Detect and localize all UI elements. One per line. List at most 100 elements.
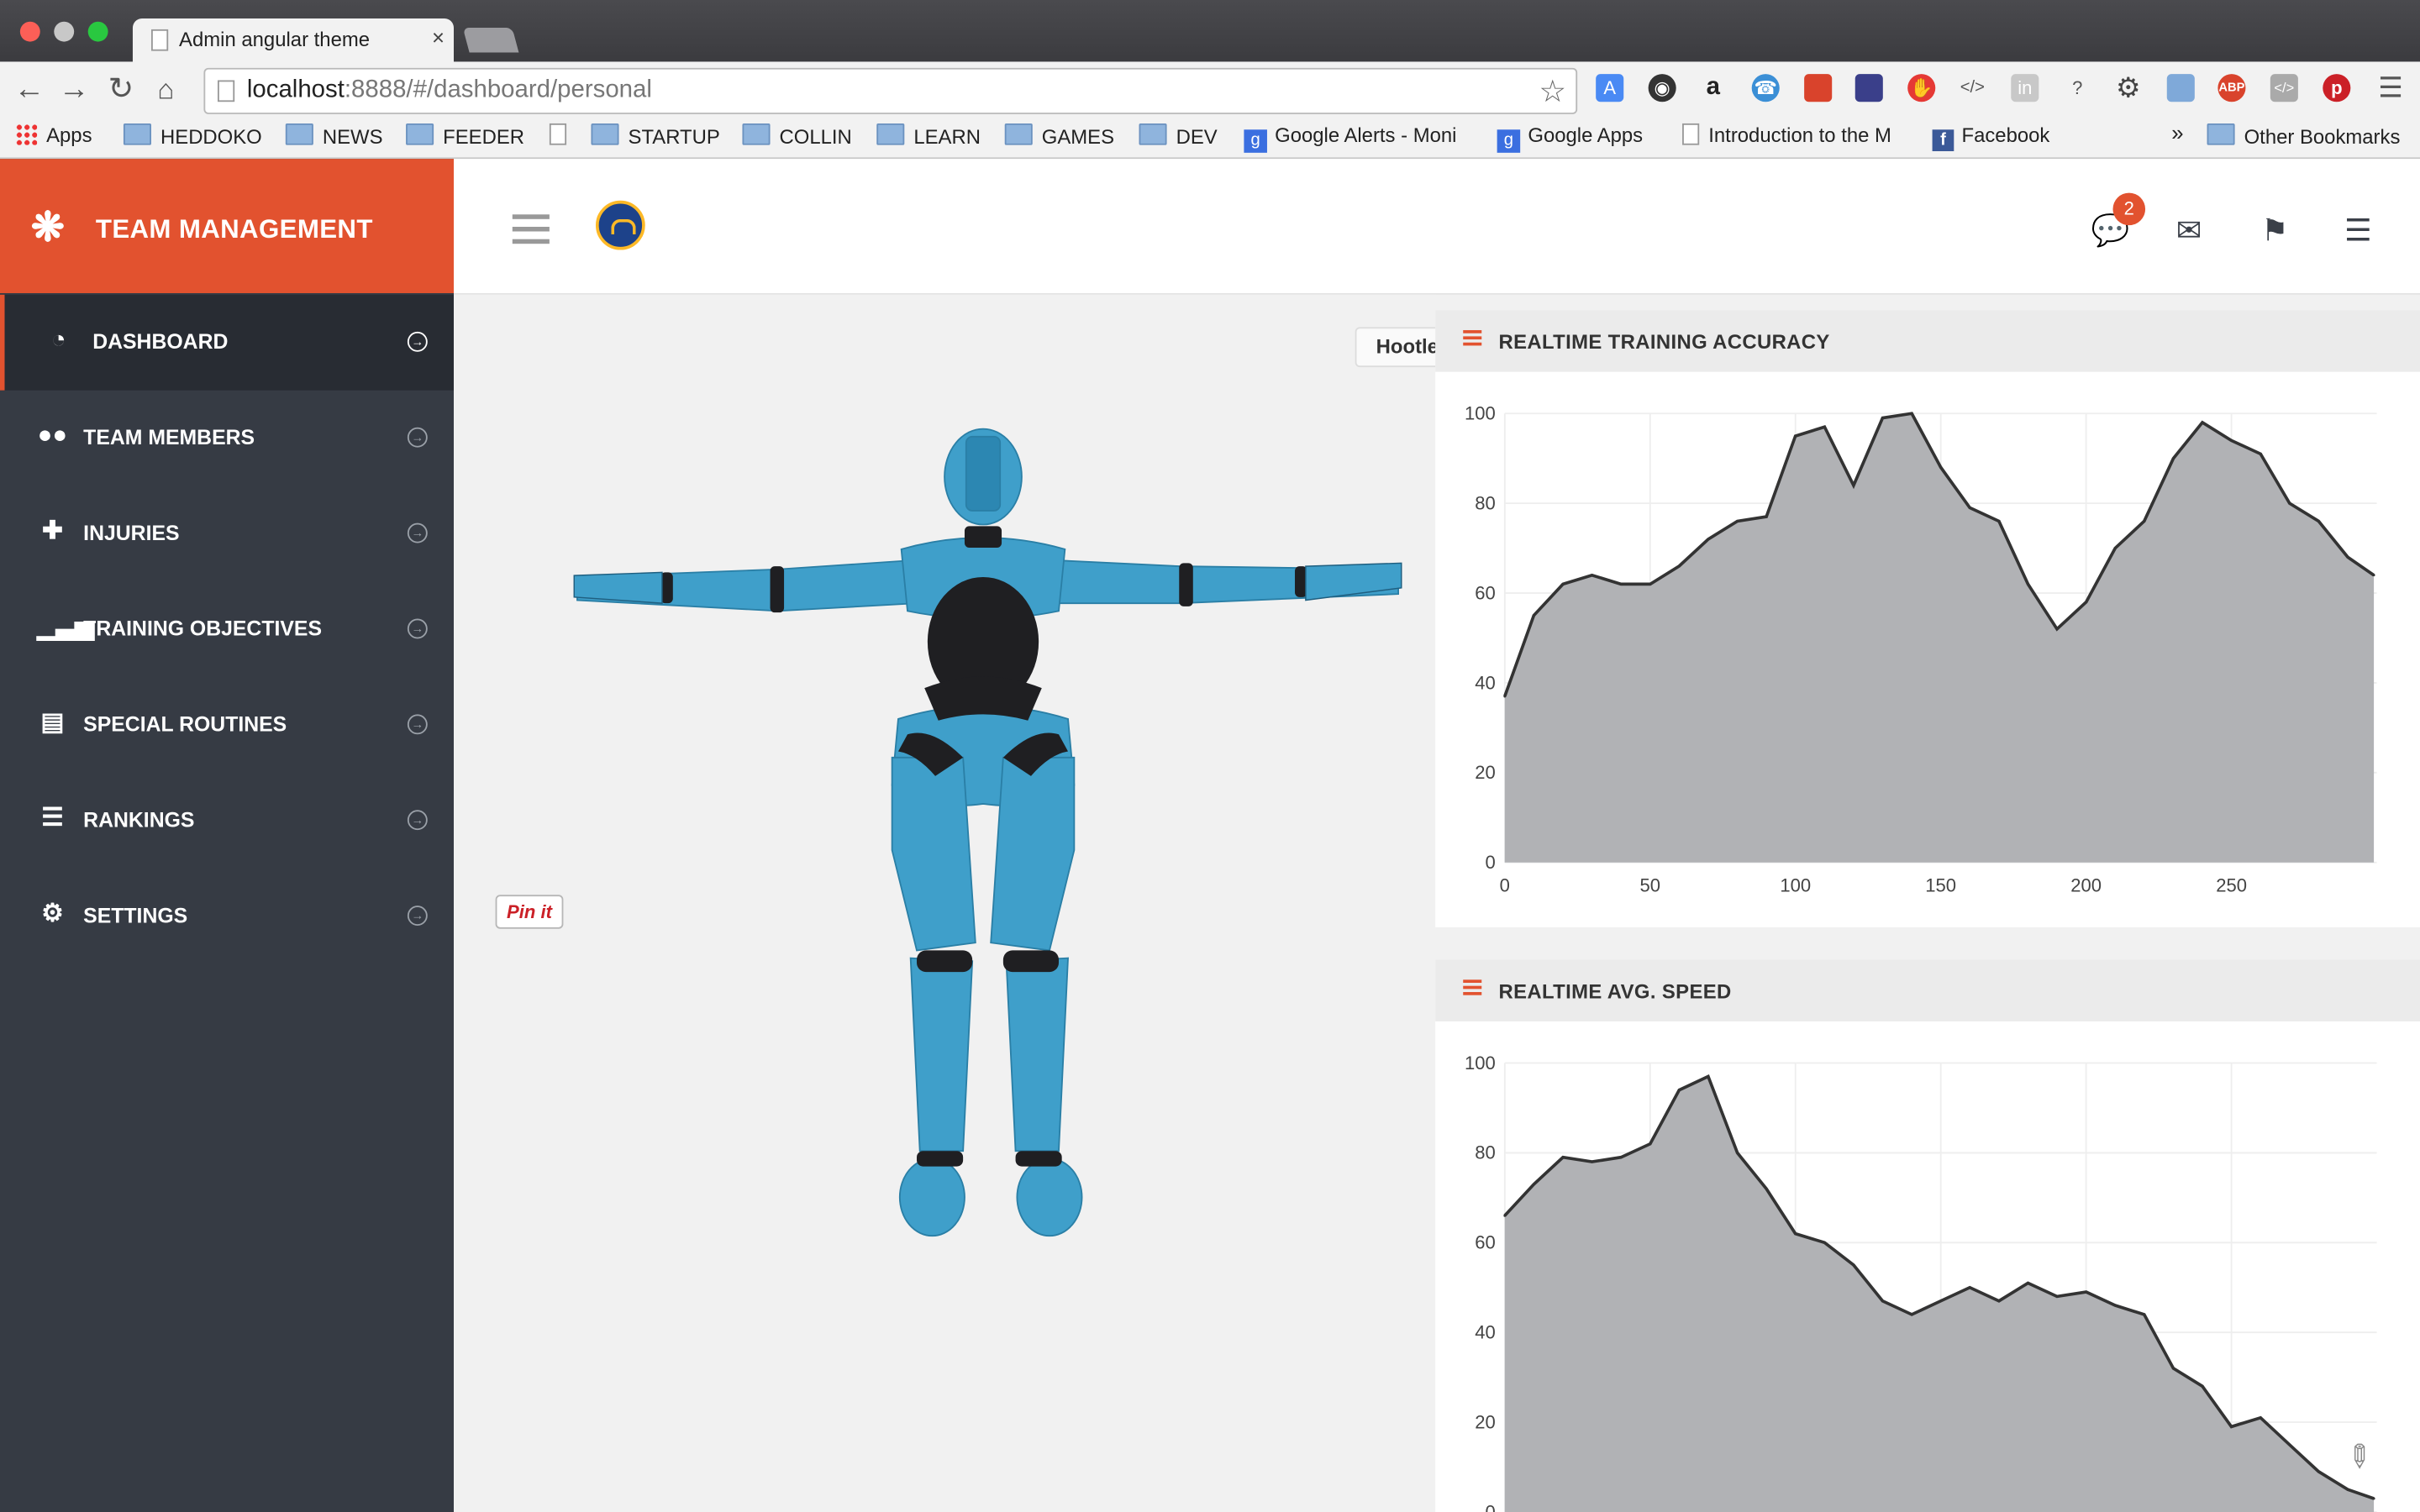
y-tick-label: 20 (1475, 1411, 1496, 1432)
address-bar[interactable]: localhost:8888/#/dashboard/personal ☆ (203, 67, 1578, 114)
sidebar: ❋ TEAM MANAGEMENT ◔ DASHBOARD → ●● TEAM … (0, 159, 455, 1512)
list-icon (1463, 979, 1482, 998)
pin-it-button[interactable]: Pin it (495, 895, 564, 929)
bookmark-learn[interactable]: LEARN (876, 123, 981, 148)
panel-header: REALTIME TRAINING ACCURACY (1435, 310, 2420, 372)
data-point (2113, 547, 2117, 550)
bookmark-introduction[interactable]: Introduction to the M (1682, 123, 1891, 146)
gear-icon: ⚙ (41, 900, 64, 927)
bookmarks-bar: Apps HEDDOKO NEWS FEEDER STARTUP COLLIN … (0, 117, 2420, 160)
nav-item-team-members[interactable]: ●● TEAM MEMBERS → (0, 391, 454, 486)
y-tick-label: 60 (1475, 582, 1496, 603)
bookmark-news[interactable]: NEWS (285, 123, 383, 149)
data-point (2288, 501, 2291, 505)
bookmark-star-icon[interactable]: ☆ (1539, 72, 1566, 111)
other-bookmarks[interactable]: Other Bookmarks (2207, 123, 2400, 148)
nav-item-dashboard[interactable]: ◔ DASHBOARD → (0, 294, 455, 391)
data-point (2143, 520, 2146, 522)
stop-hand-extension-icon[interactable]: ✋ (1907, 74, 1936, 102)
bell-icon[interactable]: ⚑ (2261, 212, 2289, 250)
amazon-extension-icon[interactable]: a (1699, 74, 1727, 102)
data-point (2201, 421, 2204, 424)
bookmark-facebook[interactable]: f Facebook (1932, 123, 2049, 152)
list-ol-icon: ☰ (41, 805, 64, 832)
bookmark-collin[interactable]: COLLIN (742, 123, 852, 148)
dev-extension-icon[interactable]: </> (2270, 74, 2298, 102)
window-extension-icon[interactable] (2166, 74, 2195, 102)
page-icon (1682, 123, 1700, 145)
bookmark-label: LEARN (913, 124, 981, 149)
brand-header[interactable]: ❋ TEAM MANAGEMENT (0, 159, 455, 293)
data-point (1707, 1075, 1710, 1079)
bookmark-feeder[interactable]: FEEDER (406, 123, 524, 148)
accuracy-chart-svg: 0 20 40 60 80 100 0 50 100 150 200 250 (1465, 403, 2377, 896)
bookmark-dev[interactable]: DEV (1139, 123, 1218, 148)
browser-tab[interactable]: Admin angular theme × (132, 18, 455, 62)
home-icon[interactable]: ⌂ (157, 71, 174, 108)
tab-title: Admin angular theme (179, 28, 371, 51)
url-text[interactable]: localhost:8888/#/dashboard/personal (247, 77, 652, 105)
server-icon[interactable]: ☰ (2344, 212, 2372, 250)
new-tab-button[interactable] (462, 28, 519, 53)
nav-item-special-routines[interactable]: ▤ SPECIAL ROUTINES → (0, 677, 454, 773)
window-minimize-button[interactable] (54, 21, 75, 42)
bookmark-google-apps[interactable]: g Google Apps (1497, 123, 1643, 153)
tab-close-icon[interactable]: × (432, 24, 445, 49)
back-arrow-icon[interactable]: ← (14, 71, 45, 108)
nav-item-injuries[interactable]: ✚ INJURIES → (0, 486, 454, 582)
data-point (1939, 465, 1943, 469)
linkedin-extension-icon[interactable]: in (2011, 74, 2039, 102)
data-point (1503, 1214, 1507, 1217)
series-area (1504, 1076, 2375, 1512)
notification-badge: 2 (2112, 192, 2146, 226)
circle-arrow-icon: → (407, 331, 428, 352)
code-extension-icon[interactable]: </> (1959, 74, 1986, 102)
humanoid-3d-model[interactable] (454, 295, 1435, 1512)
folder-icon (1004, 123, 1033, 145)
hootsuite-extension-icon[interactable]: ◉ (1648, 74, 1676, 102)
folder-icon (742, 123, 771, 145)
nav-item-training-objectives[interactable]: ▁▃▅ TRAINING OBJECTIVES → (0, 581, 454, 677)
data-point (2372, 1497, 2375, 1500)
bookmark-extension-icon[interactable] (1804, 74, 1833, 102)
forward-arrow-icon[interactable]: → (59, 71, 90, 108)
bookmarks-overflow-chevron[interactable]: » (2171, 120, 2183, 144)
nav-item-settings[interactable]: ⚙ SETTINGS → (0, 869, 454, 964)
window-zoom-button[interactable] (87, 21, 108, 42)
data-point (2171, 457, 2175, 460)
top-navbar: 💬 2 ✉ ⚑ ☰ (454, 159, 2420, 295)
pinterest-extension-icon[interactable]: p (2323, 74, 2351, 102)
nav-item-rankings[interactable]: ☰ RANKINGS → (0, 773, 454, 869)
circle-arrow-icon: → (407, 714, 428, 735)
bookmark-label: Apps (46, 123, 92, 147)
y-tick-label: 0 (1486, 1501, 1496, 1512)
page-icon (549, 123, 567, 145)
data-point (1852, 1263, 1855, 1267)
bookmark-startup[interactable]: STARTUP (591, 123, 720, 148)
bookmark-page[interactable] (549, 123, 576, 147)
window-close-button[interactable] (19, 21, 40, 42)
envelope-icon[interactable]: ✉ (2176, 212, 2202, 250)
model-viewer[interactable] (454, 294, 1436, 1512)
bookmark-heddoko[interactable]: HEDDOKO (123, 123, 262, 148)
data-point (2027, 1281, 2029, 1284)
data-point (2085, 601, 2088, 604)
adblock-plus-icon[interactable]: ABP (2217, 74, 2246, 102)
team-logo[interactable] (595, 200, 645, 250)
folder-icon (876, 123, 905, 145)
bookmark-apps[interactable]: Apps (15, 123, 92, 147)
tool-extension-icon[interactable]: ? (2064, 74, 2091, 102)
chrome-menu-icon[interactable]: ☰ (2377, 74, 2405, 102)
gear-extension-icon[interactable]: ⚙ (2114, 74, 2142, 102)
bookmark-games[interactable]: GAMES (1004, 123, 1114, 148)
y-tick-label: 60 (1475, 1232, 1496, 1253)
bookmark-google-alerts[interactable]: g Google Alerts - Moni (1244, 123, 1456, 153)
bookmark-label: NEWS (322, 124, 383, 149)
hamburger-menu-icon[interactable] (512, 214, 550, 251)
reload-icon[interactable]: ↻ (108, 71, 134, 108)
astronomy-extension-icon[interactable] (1854, 74, 1883, 102)
phone-extension-icon[interactable]: ☎ (1751, 74, 1780, 102)
data-point (1794, 434, 1797, 438)
apps-grid-icon (15, 123, 38, 145)
translate-extension-icon[interactable]: A (1596, 74, 1624, 102)
